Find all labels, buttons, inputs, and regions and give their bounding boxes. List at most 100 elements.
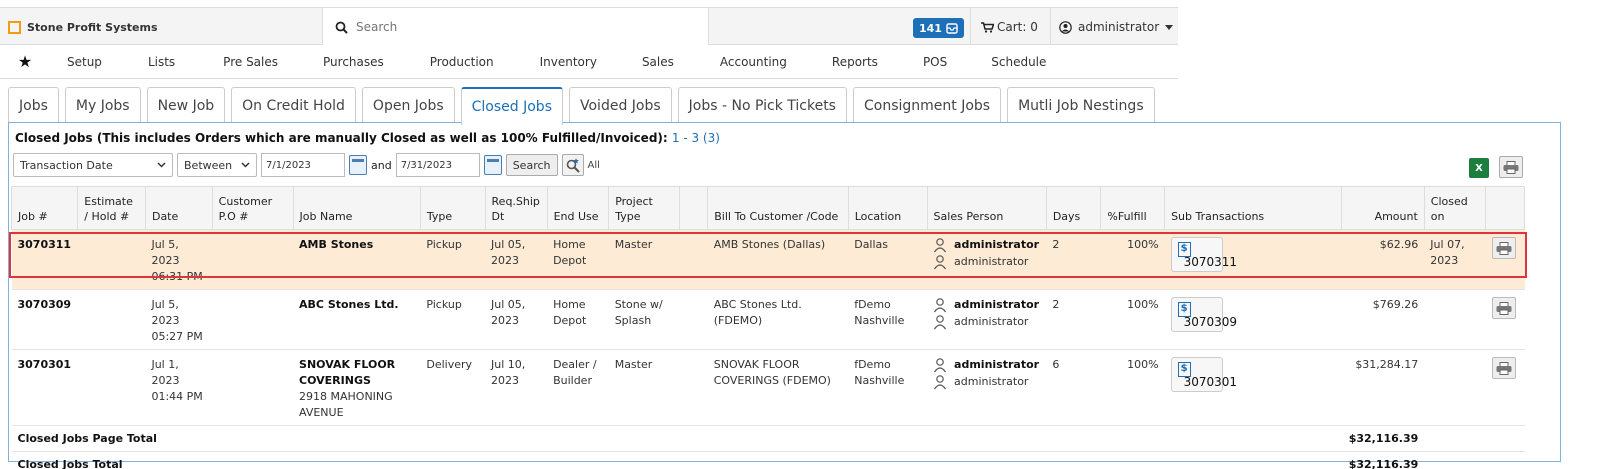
job-type: Pickup	[420, 289, 486, 350]
req-ship-date: Jul 05, 2023	[485, 229, 548, 290]
col-estimate-hold[interactable]: Estimate / Hold #	[77, 186, 146, 230]
col-sub-transactions[interactable]: Sub Transactions	[1164, 186, 1342, 230]
from-date-input[interactable]: 7/1/2023	[261, 153, 345, 177]
nav-sales[interactable]: Sales	[642, 55, 674, 69]
col-location[interactable]: Location	[847, 186, 928, 230]
amount: $62.96	[1341, 229, 1425, 290]
operator-select[interactable]: Between	[177, 153, 257, 177]
cart-label: Cart: 0	[997, 20, 1038, 34]
date-field-value: Transaction Date	[20, 158, 113, 172]
advanced-search-icon[interactable]	[561, 154, 584, 176]
chevron-down-icon	[157, 162, 166, 168]
col-job-name[interactable]: Job Name	[292, 186, 421, 230]
excel-export-icon[interactable]: X	[1469, 158, 1489, 178]
col-customer-po[interactable]: Customer P.O #	[211, 186, 294, 230]
date-field-select[interactable]: Transaction Date	[13, 153, 173, 177]
tab-jobs[interactable]: Jobs	[8, 87, 59, 123]
user-menu[interactable]: administrator	[1050, 8, 1174, 46]
print-icon[interactable]	[1499, 156, 1523, 178]
col-bill-to[interactable]: Bill To Customer /Code	[707, 186, 849, 230]
search-icon	[335, 21, 348, 34]
brand[interactable]: Stone Profit Systems	[8, 8, 158, 46]
project-type: Master	[608, 349, 680, 426]
tab-new-job[interactable]: New Job	[146, 87, 226, 123]
tab-voided-jobs[interactable]: Voided Jobs	[569, 87, 672, 123]
col-closed-on[interactable]: Closed on	[1423, 186, 1487, 230]
print-icon[interactable]	[1491, 237, 1516, 259]
closed-on: Jul 07, 2023	[1424, 229, 1486, 290]
job-name[interactable]: ABC Stones Ltd.	[293, 289, 421, 350]
nav-lists[interactable]: Lists	[148, 55, 175, 69]
table-row[interactable]: 3070301 Jul 1, 2023 01:44 PM SNOVAK FLOOR…	[11, 349, 1525, 426]
col-fulfill[interactable]: %Fulfill	[1100, 186, 1166, 230]
global-search[interactable]	[322, 8, 709, 46]
estimate-hold	[77, 289, 146, 350]
sub-transaction-link[interactable]: $3070311	[1170, 237, 1237, 272]
nav-inventory[interactable]: Inventory	[540, 55, 597, 69]
tab-closed-jobs[interactable]: Closed Jobs	[460, 87, 563, 125]
estimate-hold	[77, 349, 146, 426]
print-icon[interactable]	[1491, 297, 1516, 319]
cart-link[interactable]: Cart: 0	[970, 8, 1038, 46]
col-days[interactable]: Days	[1045, 186, 1102, 230]
nav-accounting[interactable]: Accounting	[720, 55, 787, 69]
sales-person: administrator administrator	[927, 289, 1047, 350]
job-number[interactable]: 3070309	[11, 289, 78, 350]
req-ship-date: Jul 05, 2023	[485, 289, 548, 350]
end-use: Home Depot	[547, 229, 609, 290]
col-project-type[interactable]: Project Type	[608, 186, 680, 230]
estimate-hold	[77, 229, 146, 290]
to-date-input[interactable]: 7/31/2023	[395, 153, 480, 177]
panel-title-text: Closed Jobs (This includes Orders which …	[15, 131, 668, 145]
calendar-icon[interactable]	[349, 155, 367, 175]
print-icon[interactable]	[1491, 357, 1516, 379]
job-name[interactable]: AMB Stones	[293, 229, 421, 290]
nav-pre-sales[interactable]: Pre Sales	[223, 55, 278, 69]
tab-jobs-no-pick-tickets[interactable]: Jobs - No Pick Tickets	[677, 87, 847, 123]
project-type: Stone w/Splash	[608, 289, 680, 350]
job-type: Pickup	[420, 229, 486, 290]
col-req-ship-dt[interactable]: Req.Ship Dt	[484, 186, 548, 230]
tab-on-credit-hold[interactable]: On Credit Hold	[231, 87, 356, 123]
table-row[interactable]: 3070309 Jul 5, 2023 05:27 PM ABC Stones L…	[11, 289, 1525, 350]
col-amount[interactable]: Amount	[1340, 186, 1425, 230]
col-type[interactable]: Type	[419, 186, 486, 230]
col-end-use[interactable]: End Use	[546, 186, 610, 230]
tab-open-jobs[interactable]: Open Jobs	[361, 87, 455, 123]
nav-purchases[interactable]: Purchases	[323, 55, 384, 69]
search-input[interactable]	[356, 20, 676, 34]
nav-reports[interactable]: Reports	[832, 55, 878, 69]
nav-schedule[interactable]: Schedule	[991, 55, 1046, 69]
and-label: and	[371, 158, 392, 172]
job-number[interactable]: 3070311	[11, 229, 78, 290]
col-date[interactable]: Date	[144, 186, 213, 230]
favorites-star-icon[interactable]: ★	[0, 52, 50, 71]
sub-transaction-link[interactable]: $3070301	[1170, 357, 1237, 392]
job-date: Jul 1, 2023 01:44 PM	[145, 349, 213, 426]
brand-logo-icon	[8, 20, 21, 34]
table-row[interactable]: 3070311 Jul 5, 2023 06:31 PM AMB Stones P…	[11, 229, 1525, 290]
tab-mutli-job-nestings[interactable]: Mutli Job Nestings	[1007, 87, 1155, 123]
blank-cell	[679, 229, 708, 290]
days: 2	[1046, 289, 1101, 350]
job-number[interactable]: 3070301	[11, 349, 78, 426]
notifications-badge[interactable]: 141	[913, 18, 964, 38]
chevron-down-icon	[241, 162, 250, 168]
row-actions	[1485, 349, 1525, 426]
col-sales-person[interactable]: Sales Person	[926, 186, 1047, 230]
calendar-icon[interactable]	[483, 155, 502, 175]
nav-setup[interactable]: Setup	[67, 55, 102, 69]
top-bar: Stone Profit Systems 141 Cart: 0 adminis…	[0, 7, 1178, 46]
job-name[interactable]: SNOVAK FLOOR COVERINGS 2918 MAHONING AVEN…	[293, 349, 421, 426]
all-label[interactable]: All	[588, 160, 600, 171]
grand-total-label: Closed Jobs Total	[11, 451, 1342, 469]
col-job-number[interactable]: Job #	[10, 186, 79, 230]
page-total-amount: $32,116.39	[1341, 425, 1425, 452]
tab-my-jobs[interactable]: My Jobs	[64, 87, 141, 123]
nav-pos[interactable]: POS	[923, 55, 947, 69]
search-button[interactable]: Search	[505, 154, 558, 176]
sub-transaction-link[interactable]: $3070309	[1170, 297, 1237, 332]
nav-production[interactable]: Production	[430, 55, 494, 69]
closed-jobs-panel: Closed Jobs (This includes Orders which …	[8, 122, 1561, 469]
tab-consignment-jobs[interactable]: Consignment Jobs	[852, 87, 1002, 123]
